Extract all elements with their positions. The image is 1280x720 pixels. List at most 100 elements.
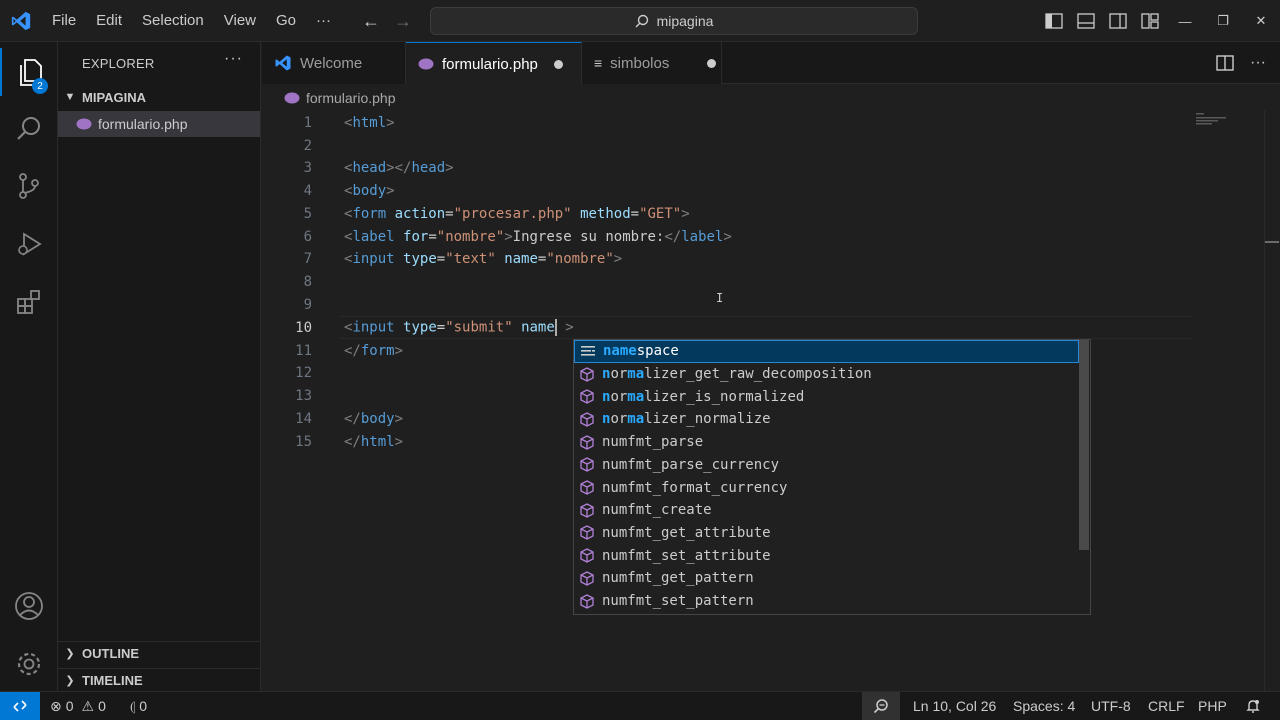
line-number: 8 bbox=[303, 273, 312, 290]
close-icon[interactable]: ✕ bbox=[1242, 0, 1280, 42]
suggestion-item[interactable]: numfmt_parse_currency bbox=[574, 454, 1079, 477]
menu-selection[interactable]: Selection bbox=[132, 0, 214, 42]
suggestion-item[interactable]: numfmt_format_currency bbox=[574, 476, 1079, 499]
run-debug-activity[interactable] bbox=[0, 220, 58, 268]
suggestion-item[interactable]: numfmt_get_pattern bbox=[574, 567, 1079, 590]
tab-simbolos[interactable]: ≡ simbolos bbox=[582, 42, 722, 84]
suggestion-scrollbar[interactable] bbox=[1079, 340, 1089, 550]
suggestion-item[interactable]: numfmt_set_attribute bbox=[574, 544, 1079, 567]
code-line: 5 <form action="procesar.php" method="GE… bbox=[262, 202, 1192, 225]
forward-arrow-icon[interactable]: → bbox=[394, 11, 412, 32]
accounts-activity[interactable] bbox=[0, 582, 58, 630]
vscode-logo-icon bbox=[275, 55, 291, 71]
unsaved-dot-icon[interactable] bbox=[553, 59, 563, 69]
restore-icon[interactable]: ❐ bbox=[1204, 0, 1242, 42]
line-number: 1 bbox=[303, 114, 312, 131]
extensions-activity[interactable] bbox=[0, 278, 58, 326]
cursor-position[interactable]: Ln 10, Col 26 bbox=[913, 692, 996, 720]
text-cursor-icon: I bbox=[716, 291, 724, 305]
tab-formulario[interactable]: formulario.php bbox=[406, 42, 582, 85]
chevron-down-icon: ▼ bbox=[64, 91, 76, 103]
suggestion-label: numfmt_parse_currency bbox=[602, 456, 780, 473]
file-item[interactable]: formulario.php bbox=[58, 111, 260, 137]
back-arrow-icon[interactable]: ← bbox=[362, 11, 380, 32]
tab-label: simbolos bbox=[610, 54, 670, 72]
suggestion-item[interactable]: numfmt_create bbox=[574, 499, 1079, 522]
suggestion-item[interactable]: numfmt_set_pattern bbox=[574, 590, 1079, 613]
chevron-right-icon: ❯ bbox=[65, 648, 75, 660]
menu-edit[interactable]: Edit bbox=[86, 0, 132, 42]
manage-activity[interactable] bbox=[0, 640, 58, 688]
code-text: </form> bbox=[344, 342, 404, 359]
notifications-bell-icon[interactable] bbox=[1245, 692, 1261, 720]
chevron-right-icon: ❯ bbox=[65, 675, 75, 687]
problems-indicator[interactable]: ⊗ 0 ⚠ 0 bbox=[50, 692, 106, 720]
editor-tabs: Welcome formulario.php ≡ simbolos ··· bbox=[262, 42, 1280, 85]
toggle-panel-icon[interactable] bbox=[1076, 12, 1096, 30]
minimize-icon[interactable]: — bbox=[1166, 0, 1204, 42]
line-number: 4 bbox=[303, 182, 312, 199]
timeline-header[interactable]: ❯ TIMELINE bbox=[58, 668, 261, 692]
suggestion-item[interactable]: namespace bbox=[574, 340, 1079, 363]
folder-name: MIPAGINA bbox=[82, 89, 147, 105]
suggestion-label: namespace bbox=[603, 343, 679, 360]
remote-icon bbox=[13, 700, 27, 712]
language-mode[interactable]: PHP bbox=[1198, 692, 1227, 720]
menu-view[interactable]: View bbox=[214, 0, 266, 42]
gear-icon bbox=[17, 652, 41, 676]
suggestion-label: numfmt_format_currency bbox=[602, 479, 788, 496]
split-editor-icon[interactable] bbox=[1216, 55, 1234, 71]
tab-actions: ··· bbox=[1216, 42, 1266, 84]
menu-more[interactable]: ··· bbox=[306, 0, 341, 42]
suggestion-item[interactable]: numfmt_get_attribute bbox=[574, 522, 1079, 545]
more-actions-icon[interactable]: ··· bbox=[1250, 54, 1266, 72]
toggle-secondary-sidebar-icon[interactable] bbox=[1108, 12, 1128, 30]
menu-file[interactable]: File bbox=[42, 0, 86, 42]
outline-header[interactable]: ❯ OUTLINE bbox=[58, 641, 261, 665]
folder-header[interactable]: ▼ MIPAGINA bbox=[58, 85, 261, 109]
php-file-icon bbox=[76, 118, 92, 130]
code-text: </body> bbox=[344, 410, 404, 427]
code-text: <input type="text" name="nombre"> bbox=[344, 250, 623, 267]
explorer-activity[interactable]: 2 bbox=[0, 48, 58, 96]
status-bar: ⊗ 0 ⚠ 0 ⦇ 0 Ln 10, Col 26 Spaces: 4 UTF-… bbox=[0, 691, 1280, 720]
code-line-current: 10 <input type="submit" name > bbox=[262, 316, 1192, 339]
php-file-icon bbox=[284, 92, 300, 104]
search-activity[interactable] bbox=[0, 104, 58, 152]
zoom-indicator[interactable] bbox=[862, 692, 900, 720]
account-icon bbox=[15, 592, 43, 620]
menu-go[interactable]: Go bbox=[266, 0, 306, 42]
code-line: 4 <body> bbox=[262, 179, 1192, 202]
suggestion-item[interactable]: normalizer_normalize bbox=[574, 408, 1079, 431]
minimap[interactable] bbox=[1196, 112, 1230, 126]
encoding[interactable]: UTF-8 bbox=[1091, 692, 1131, 720]
window-controls: — ❐ ✕ bbox=[1166, 0, 1280, 42]
nav-arrows: ← → bbox=[362, 0, 412, 42]
suggestion-widget[interactable]: namespace normalizer_get_raw_decompositi… bbox=[573, 339, 1091, 615]
method-cube-icon bbox=[578, 547, 596, 565]
suggestion-item[interactable]: normalizer_get_raw_decomposition bbox=[574, 363, 1079, 386]
indentation[interactable]: Spaces: 4 bbox=[1013, 692, 1075, 720]
remote-indicator[interactable] bbox=[0, 692, 40, 720]
editor-scrollbar[interactable] bbox=[1264, 110, 1279, 691]
command-center-search[interactable]: mipagina bbox=[430, 7, 918, 35]
ports-indicator[interactable]: ⦇ 0 bbox=[130, 692, 147, 720]
timeline-label: TIMELINE bbox=[82, 673, 143, 688]
source-control-icon bbox=[19, 173, 39, 199]
suggestion-item[interactable]: numfmt_parse bbox=[574, 431, 1079, 454]
line-number: 6 bbox=[303, 228, 312, 245]
error-count: 0 bbox=[65, 698, 74, 714]
menu-bar: File Edit Selection View Go ··· bbox=[42, 0, 341, 42]
code-text: <html> bbox=[344, 114, 395, 131]
more-actions-icon[interactable]: ··· bbox=[224, 50, 243, 68]
unsaved-dot-icon[interactable] bbox=[707, 58, 717, 68]
toggle-primary-sidebar-icon[interactable] bbox=[1044, 12, 1064, 30]
line-number: 14 bbox=[295, 410, 312, 427]
source-control-activity[interactable] bbox=[0, 162, 58, 210]
tab-welcome[interactable]: Welcome bbox=[262, 42, 406, 84]
method-cube-icon bbox=[578, 410, 596, 428]
customize-layout-icon[interactable] bbox=[1140, 12, 1160, 30]
suggestion-item[interactable]: normalizer_is_normalized bbox=[574, 385, 1079, 408]
breadcrumb[interactable]: formulario.php bbox=[284, 86, 396, 110]
line-ending[interactable]: CRLF bbox=[1148, 692, 1185, 720]
